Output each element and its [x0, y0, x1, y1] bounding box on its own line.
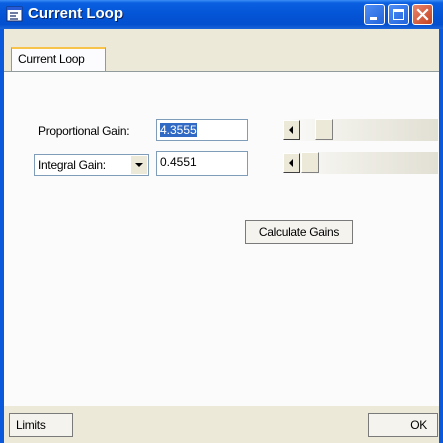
- arrow-left-icon: [289, 159, 293, 167]
- minimize-button[interactable]: [364, 4, 385, 25]
- proportional-gain-value: 4.3555: [160, 123, 197, 137]
- proportional-gain-field[interactable]: 4.3555: [156, 119, 248, 141]
- integral-gain-dropdown[interactable]: Integral Gain:: [34, 154, 149, 176]
- integral-gain-value: 0.4551: [160, 155, 197, 169]
- calculate-gains-button[interactable]: Calculate Gains: [245, 220, 353, 244]
- integral-gain-slider-left-button[interactable]: [283, 153, 300, 173]
- title-bar[interactable]: Current Loop: [0, 0, 443, 29]
- maximize-button[interactable]: [388, 4, 409, 25]
- maximize-icon: [393, 9, 404, 20]
- window-frame-right: [439, 29, 443, 443]
- minimize-icon: [370, 17, 377, 20]
- arrow-left-icon: [289, 126, 293, 134]
- proportional-gain-slider-thumb[interactable]: [315, 119, 333, 140]
- close-button[interactable]: [412, 4, 433, 25]
- proportional-gain-slider-left-button[interactable]: [283, 120, 300, 140]
- proportional-gain-label: Proportional Gain:: [38, 124, 130, 138]
- proportional-gain-slider[interactable]: [283, 119, 438, 141]
- window-title: Current Loop: [28, 5, 123, 22]
- integral-gain-selected: Integral Gain:: [38, 158, 106, 172]
- current-loop-window: Current Loop Current Loop Proportional G…: [0, 0, 443, 443]
- limits-button[interactable]: Limits: [9, 413, 73, 437]
- tab-current-loop[interactable]: Current Loop: [11, 47, 106, 71]
- integral-gain-field[interactable]: 0.4551: [156, 151, 248, 176]
- app-window-icon: [6, 6, 23, 22]
- integral-gain-slider-thumb[interactable]: [301, 152, 319, 173]
- dropdown-button[interactable]: [130, 156, 147, 174]
- ok-button[interactable]: OK: [368, 413, 438, 437]
- chevron-down-icon: [135, 163, 143, 167]
- close-icon: [416, 8, 429, 21]
